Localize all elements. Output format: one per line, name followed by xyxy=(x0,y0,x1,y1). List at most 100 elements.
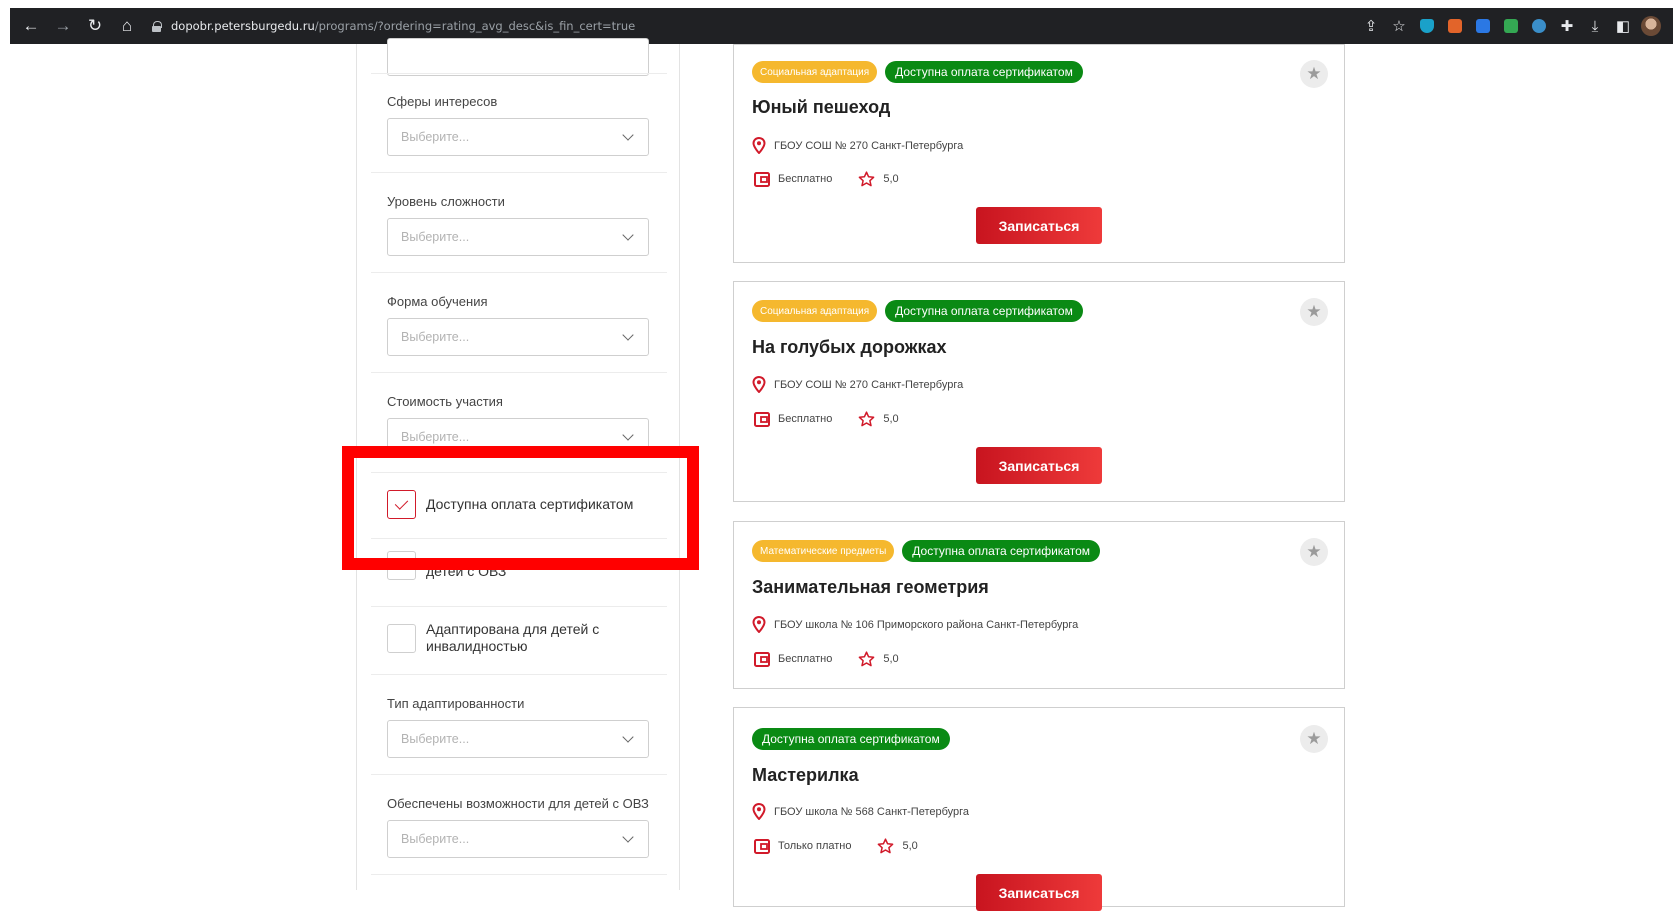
enroll-button[interactable]: Записаться xyxy=(976,207,1102,244)
chevron-down-icon xyxy=(622,329,634,341)
certificate-tag: Доступна оплата сертификатом xyxy=(885,61,1083,83)
rating-star-icon xyxy=(858,651,875,667)
wallet-icon xyxy=(754,838,770,854)
wallet-icon xyxy=(754,651,770,667)
category-tag: Социальная адаптация xyxy=(752,300,878,322)
browser-toolbar: ← → ↻ ⌂ dopobr.petersburgedu.ru/programs… xyxy=(10,8,1673,44)
profile-avatar[interactable] xyxy=(1637,15,1665,37)
reload-icon[interactable]: ↻ xyxy=(84,15,106,37)
share-icon[interactable]: ⇪ xyxy=(1357,15,1385,37)
rating-star-icon xyxy=(858,171,875,187)
adaptation-type-label: Тип адаптированности xyxy=(387,696,525,711)
organization-name: ГБОУ школа № 568 Санкт-Петербурга xyxy=(774,805,970,818)
ovz-checkbox[interactable] xyxy=(387,551,416,580)
difficulty-select[interactable]: Выберите... xyxy=(387,218,649,256)
organization-row: ГБОУ школа № 568 Санкт-Петербурга xyxy=(752,803,969,820)
address-bar[interactable]: dopobr.petersburgedu.ru/programs/?orderi… xyxy=(152,19,635,33)
partial-select[interactable] xyxy=(387,38,649,76)
certificate-tag: Доступна оплата сертификатом xyxy=(885,300,1083,322)
rating: 5,0 xyxy=(858,411,899,427)
filters-sidebar: Сферы интересов Выберите... Уровень слож… xyxy=(356,38,680,890)
rating-value: 5,0 xyxy=(883,653,899,665)
location-pin-icon xyxy=(752,137,766,154)
program-title[interactable]: Мастерилка xyxy=(752,765,859,786)
ovz-label: детей с ОВЗ xyxy=(426,563,507,579)
organization-name: ГБОУ СОШ № 270 Санкт-Петербурга xyxy=(774,139,964,152)
price-rating-row: Бесплатно 5,0 xyxy=(754,651,899,667)
extension-map-icon[interactable] xyxy=(1497,15,1525,37)
ovz-capabilities-label: Обеспечены возможности для детей с ОВЗ xyxy=(387,796,649,811)
forward-arrow-icon[interactable]: → xyxy=(52,15,74,37)
divider xyxy=(371,538,667,539)
rating-value: 5,0 xyxy=(883,413,899,425)
home-icon[interactable]: ⌂ xyxy=(116,15,138,37)
chevron-down-icon xyxy=(622,831,634,843)
bookmark-star-icon[interactable]: ☆ xyxy=(1385,15,1413,37)
program-title[interactable]: Юный пешеход xyxy=(752,97,890,118)
enroll-button[interactable]: Записаться xyxy=(976,447,1102,484)
favorite-star-icon[interactable]: ★ xyxy=(1300,298,1328,326)
wallet-icon xyxy=(754,171,770,187)
favorite-star-icon[interactable]: ★ xyxy=(1300,725,1328,753)
download-icon[interactable]: ⤓ xyxy=(1581,15,1609,37)
divider xyxy=(371,73,667,74)
cost-placeholder: Выберите... xyxy=(401,430,470,444)
cost-select[interactable]: Выберите... xyxy=(387,418,649,456)
rating: 5,0 xyxy=(858,171,899,187)
price-rating-row: Только платно 5,0 xyxy=(754,838,918,854)
difficulty-label: Уровень сложности xyxy=(387,194,505,209)
study-form-label: Форма обучения xyxy=(387,294,488,309)
rating-star-icon xyxy=(858,411,875,427)
chevron-down-icon xyxy=(622,429,634,441)
ovz-checkbox-row[interactable]: детей с ОВЗ xyxy=(387,551,506,580)
divider xyxy=(371,472,667,473)
url-host: dopobr.petersburgedu.ru xyxy=(171,19,315,33)
extensions-puzzle-icon[interactable]: ✚ xyxy=(1553,15,1581,37)
adaptation-type-placeholder: Выберите... xyxy=(401,732,470,746)
url-path: /programs/?ordering=rating_avg_desc&is_f… xyxy=(314,19,636,33)
divider xyxy=(371,774,667,775)
program-card: Социальная адаптация Доступна оплата сер… xyxy=(733,281,1345,502)
chevron-down-icon xyxy=(622,129,634,141)
lock-icon xyxy=(152,20,162,32)
favorite-star-icon[interactable]: ★ xyxy=(1300,538,1328,566)
organization-row: ГБОУ школа № 106 Приморского района Санк… xyxy=(752,616,1078,633)
program-card: Доступна оплата сертификатом ★ Мастерилк… xyxy=(733,707,1345,911)
extension-figure-icon[interactable] xyxy=(1441,15,1469,37)
rating: 5,0 xyxy=(877,838,918,854)
favorite-star-icon[interactable]: ★ xyxy=(1300,60,1328,88)
enroll-button[interactable]: Записаться xyxy=(976,874,1102,911)
adaptation-type-select[interactable]: Выберите... xyxy=(387,720,649,758)
divider xyxy=(371,372,667,373)
program-title[interactable]: Занимательная геометрия xyxy=(752,577,989,598)
price-label: Бесплатно xyxy=(778,413,833,425)
price-label: Бесплатно xyxy=(778,653,833,665)
study-form-select[interactable]: Выберите... xyxy=(387,318,649,356)
disability-checkbox-row[interactable]: Адаптирована для детей с инвалидностью xyxy=(387,621,626,655)
difficulty-placeholder: Выберите... xyxy=(401,230,470,244)
price-rating-row: Бесплатно 5,0 xyxy=(754,171,899,187)
chevron-down-icon xyxy=(622,731,634,743)
program-title[interactable]: На голубых дорожках xyxy=(752,337,947,358)
location-pin-icon xyxy=(752,803,766,820)
back-arrow-icon[interactable]: ← xyxy=(20,15,42,37)
certificate-tag: Доступна оплата сертификатом xyxy=(752,728,950,750)
extension-arrow-icon[interactable] xyxy=(1469,15,1497,37)
certificate-payment-label: Доступна оплата сертификатом xyxy=(426,496,634,512)
certificate-payment-checkbox[interactable] xyxy=(387,490,416,519)
rating-star-icon xyxy=(878,838,894,854)
certificate-payment-checkbox-row[interactable]: Доступна оплата сертификатом xyxy=(387,490,633,519)
side-panel-icon[interactable]: ◧ xyxy=(1609,15,1637,37)
program-card: Математические предметы Доступна оплата … xyxy=(733,521,1345,689)
extension-shield-icon[interactable] xyxy=(1413,15,1441,37)
interests-select[interactable]: Выберите... xyxy=(387,118,649,156)
organization-name: ГБОУ школа № 106 Приморского района Санк… xyxy=(774,618,1079,631)
organization-row: ГБОУ СОШ № 270 Санкт-Петербурга xyxy=(752,376,963,393)
extension-atom-icon[interactable] xyxy=(1525,15,1553,37)
disability-checkbox[interactable] xyxy=(387,623,416,653)
divider xyxy=(371,606,667,607)
program-card: Социальная адаптация Доступна оплата сер… xyxy=(733,44,1345,263)
price-label: Только платно xyxy=(778,840,852,852)
ovz-capabilities-select[interactable]: Выберите... xyxy=(387,820,649,858)
category-tag: Социальная адаптация xyxy=(752,61,878,83)
